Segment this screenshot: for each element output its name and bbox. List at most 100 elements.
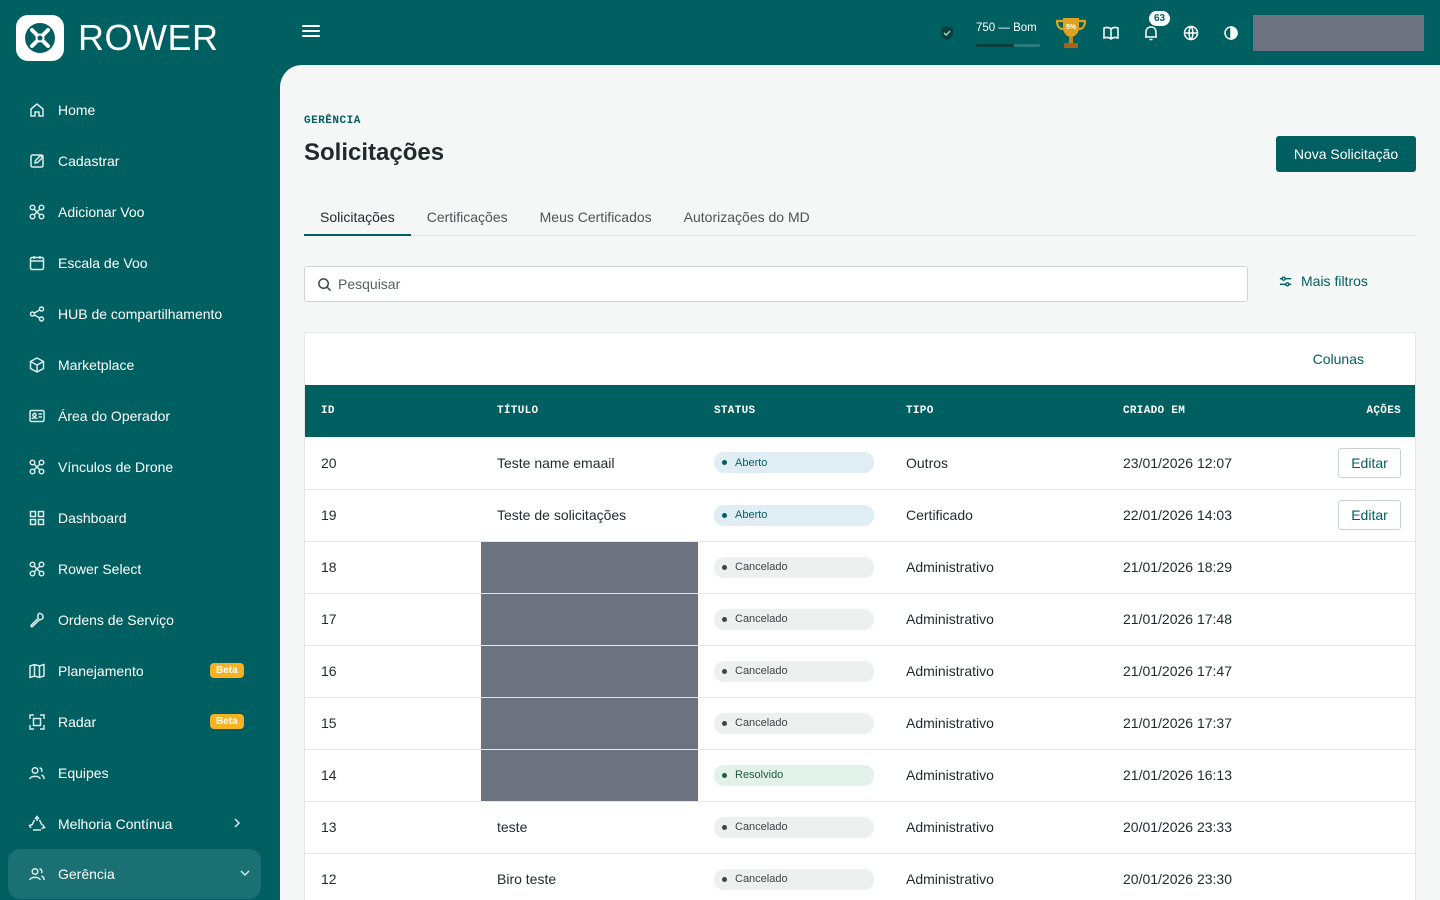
more-filters-button[interactable]: Mais filtros <box>1278 273 1368 289</box>
cell-id: 15 <box>305 697 481 750</box>
brand-name: ROWER <box>78 17 219 58</box>
cell-status: Cancelado <box>698 541 890 594</box>
menu-toggle-icon[interactable] <box>302 22 320 42</box>
trophy-icon[interactable]: 5% <box>1052 14 1090 52</box>
page-title: Solicitações <box>304 139 445 166</box>
sidebar-item-cadastrar[interactable]: Cadastrar <box>0 135 280 186</box>
tab-2[interactable]: Meus Certificados <box>524 201 668 236</box>
sidebar-item-label: Vínculos de Drone <box>58 458 174 475</box>
table-row[interactable]: 19 Teste de solicitações Aberto Certificado… <box>305 489 1415 542</box>
cell-id: 12 <box>305 853 481 900</box>
sidebar-item-vinculos-de-drone[interactable]: Vínculos de Drone <box>0 441 280 492</box>
sidebar-item-hub-de-compartilhamento[interactable]: HUB de compartilhamento <box>0 288 280 339</box>
edit-button[interactable]: Editar <box>1338 447 1401 478</box>
new-request-button[interactable]: Nova Solicitação <box>1276 136 1416 172</box>
trophy-text: 5% <box>1066 24 1077 31</box>
status-label: Resolvido <box>735 769 784 781</box>
cell-id: 19 <box>305 489 481 542</box>
status-badge: Cancelado <box>714 608 874 630</box>
tab-3[interactable]: Autorizações do MD <box>668 201 826 236</box>
status-label: Cancelado <box>735 821 788 833</box>
cell-actions <box>1297 541 1415 594</box>
cell-title <box>481 541 698 594</box>
sidebar-item-adicionar-voo[interactable]: Adicionar Voo <box>0 186 280 237</box>
sidebar-item-label: Ordens de Serviço <box>58 611 174 628</box>
sidebar-item-rower-select[interactable]: Rower Select <box>0 543 280 594</box>
cell-type: Administrativo <box>890 697 1107 750</box>
header-title[interactable]: TÍTULO <box>481 385 698 437</box>
sidebar-item-ordens-de-servico[interactable]: Ordens de Serviço <box>0 594 280 645</box>
table-row[interactable]: 18 Cancelado Administrativo 21/01/2026 18:2… <box>305 541 1415 594</box>
globe-icon[interactable] <box>1182 24 1200 42</box>
header-status[interactable]: STATUS <box>698 385 890 437</box>
cell-type: Administrativo <box>890 593 1107 646</box>
chevron-down-icon[interactable] <box>239 866 251 882</box>
status-badge: Cancelado <box>714 556 874 578</box>
drone-icon <box>28 560 46 578</box>
sidebar-item-planejamento[interactable]: Planejamento Beta <box>0 645 280 696</box>
table-row[interactable]: 20 Teste name emaail Aberto Outros 23/01/202… <box>305 437 1415 490</box>
search-box[interactable] <box>304 266 1248 302</box>
cell-status: Aberto <box>698 489 890 542</box>
status-badge: Resolvido <box>714 764 874 786</box>
brand-logo[interactable]: ROWER <box>16 15 219 61</box>
cell-created-at: 21/01/2026 17:37 <box>1107 697 1297 750</box>
table-row[interactable]: 13 teste Cancelado Administrativo 20/01/2026… <box>305 801 1415 854</box>
grid-icon <box>28 509 46 527</box>
sidebar-item-label: HUB de compartilhamento <box>58 305 223 322</box>
sidebar-item-label: Rower Select <box>58 560 142 577</box>
table-row[interactable]: 14 Resolvido Administrativo 21/01/2026 16:1… <box>305 749 1415 802</box>
cell-actions: Editar <box>1297 489 1415 542</box>
cell-created-at: 20/01/2026 23:30 <box>1107 853 1297 900</box>
cell-title: Biro teste <box>481 853 698 900</box>
cell-created-at: 21/01/2026 16:13 <box>1107 749 1297 802</box>
table-row[interactable]: 12 Biro teste Cancelado Administrativo 20/01… <box>305 853 1415 900</box>
sidebar-item-equipes[interactable]: Equipes <box>0 747 280 798</box>
sidebar-item-home[interactable]: Home <box>0 84 280 135</box>
status-label: Cancelado <box>735 613 788 625</box>
cell-id: 20 <box>305 437 481 490</box>
cell-id: 14 <box>305 749 481 802</box>
edit-button[interactable]: Editar <box>1338 500 1401 530</box>
sidebar-item-dashboard[interactable]: Dashboard <box>0 492 280 543</box>
tab-1[interactable]: Certificações <box>411 201 524 236</box>
status-label: Cancelado <box>735 665 788 677</box>
cell-type: Administrativo <box>890 801 1107 854</box>
header-id[interactable]: ID <box>305 385 481 437</box>
status-label: Cancelado <box>735 561 788 573</box>
user-menu[interactable] <box>1253 15 1424 51</box>
columns-button[interactable]: Colunas <box>1313 351 1364 367</box>
scan-icon <box>28 713 46 731</box>
cell-status: Resolvido <box>698 749 890 802</box>
table-row[interactable]: 15 Cancelado Administrativo 21/01/2026 17:3… <box>305 697 1415 750</box>
book-icon[interactable] <box>1102 24 1120 42</box>
sidebar-item-area-do-operador[interactable]: Área do Operador <box>0 390 280 441</box>
cell-title <box>481 749 698 802</box>
cell-created-at: 21/01/2026 17:48 <box>1107 593 1297 646</box>
sidebar-item-label: Home <box>58 101 96 118</box>
status-badge: Cancelado <box>714 660 874 682</box>
sidebar-item-melhoria-continua[interactable]: Melhoria Contínua <box>0 798 280 849</box>
tab-0[interactable]: Solicitações <box>304 201 411 236</box>
table-row[interactable]: 17 Cancelado Administrativo 21/01/2026 17:4… <box>305 593 1415 646</box>
header-created-at[interactable]: CRIADO EM <box>1107 385 1297 437</box>
sidebar-item-marketplace[interactable]: Marketplace <box>0 339 280 390</box>
cell-actions: Editar <box>1297 437 1415 490</box>
shield-check-icon <box>938 24 956 42</box>
header-type[interactable]: TIPO <box>890 385 1107 437</box>
id-card-icon <box>28 407 46 425</box>
status-label: Cancelado <box>735 873 788 885</box>
chevron-right-icon[interactable] <box>231 816 243 832</box>
table-row[interactable]: 16 Cancelado Administrativo 21/01/2026 17:4… <box>305 645 1415 698</box>
sidebar-item-radar[interactable]: Radar Beta <box>0 696 280 747</box>
bell-icon[interactable] <box>1142 24 1160 42</box>
search-input[interactable] <box>338 276 1218 292</box>
status-badge: Cancelado <box>714 868 874 890</box>
header-actions: AÇÕES <box>1366 405 1401 417</box>
theme-toggle-icon[interactable] <box>1222 24 1240 42</box>
top-bar: 750 — Bom 5% 63 <box>280 0 1440 65</box>
sidebar-item-escala-de-voo[interactable]: Escala de Voo <box>0 237 280 288</box>
sidebar-item-label: Radar <box>58 713 97 730</box>
sidebar-item-label: Dashboard <box>58 509 127 526</box>
sidebar-item-gerencia[interactable]: Gerência <box>8 849 261 899</box>
